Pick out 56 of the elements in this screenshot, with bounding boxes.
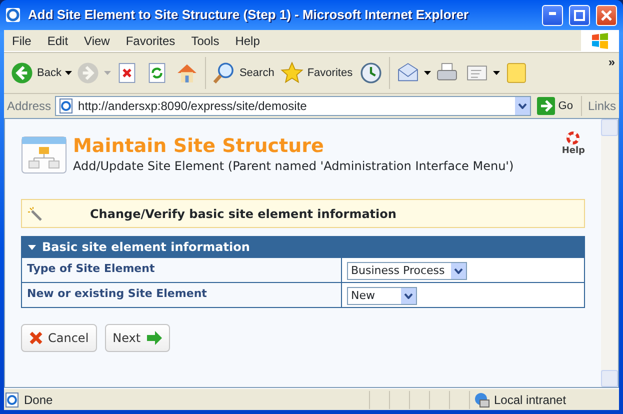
vertical-scrollbar[interactable] <box>601 119 618 387</box>
help-link[interactable]: Help <box>562 145 585 158</box>
field-label: Type of Site Element <box>22 258 342 282</box>
browser-icon <box>4 6 22 24</box>
page-icon <box>4 392 20 408</box>
search-button[interactable]: Search <box>210 59 276 87</box>
maximize-button[interactable] <box>569 4 590 26</box>
back-button[interactable]: Back <box>8 59 64 87</box>
banner-text: Change/Verify basic site element information <box>90 206 396 222</box>
dropdown-arrow-icon <box>492 71 500 75</box>
caret-icon <box>454 268 463 274</box>
dropdown-arrow-icon <box>104 71 112 75</box>
minimize-icon <box>549 12 556 14</box>
lifebuoy-icon[interactable] <box>566 131 580 145</box>
magic-wand-icon <box>28 206 42 220</box>
menu-item[interactable]: Help <box>227 32 268 50</box>
caret-icon <box>404 293 413 300</box>
menu-item[interactable]: Tools <box>183 32 228 50</box>
more-button[interactable]: » <box>608 53 615 71</box>
go-button[interactable]: Go <box>535 95 575 117</box>
section-header-bar[interactable]: Basic site element information <box>22 237 584 257</box>
go-arrow-icon <box>537 97 556 115</box>
close-icon <box>601 10 612 20</box>
menu-item[interactable]: File <box>4 32 40 50</box>
cancel-button[interactable]: Cancel <box>21 324 97 352</box>
address-field[interactable]: http://andersxp:8090/express/site/demosite <box>55 96 532 116</box>
right-arrow-icon <box>146 331 162 345</box>
window-title: Add Site Element to Site Structure (Step 1) - Microsoft Internet Explorer <box>28 6 470 24</box>
address-label: Address <box>7 98 52 115</box>
favorites-button[interactable]: Favorites <box>278 59 355 87</box>
menu-item[interactable]: View <box>76 32 118 50</box>
dropdown-arrow-icon <box>65 71 72 75</box>
close-icon <box>29 331 43 345</box>
minimize-button[interactable] <box>542 4 563 26</box>
field-label: New or existing Site Element <box>22 283 342 307</box>
links-button[interactable]: Links <box>588 97 616 115</box>
dropdown-arrow-icon <box>424 71 431 75</box>
status-text: Done <box>24 392 54 408</box>
dropdown[interactable]: Business Process <box>347 262 467 280</box>
caret-icon <box>518 103 528 109</box>
maximize-icon <box>574 10 585 20</box>
windows-logo-icon <box>591 32 609 48</box>
menu-item[interactable]: Favorites <box>118 32 184 50</box>
next-button[interactable]: Next <box>104 324 170 352</box>
star-icon <box>280 61 304 85</box>
search-icon <box>212 61 236 85</box>
section-title: Basic site element information <box>42 239 250 256</box>
page-title: Maintain Site Structure <box>73 135 325 157</box>
menu-item[interactable]: Edit <box>39 32 76 50</box>
history-icon <box>358 61 383 85</box>
page-subtitle: Add/Update Site Element (Parent named 'Administration Interface Menu') <box>73 158 515 175</box>
security-zone-text: Local intranet <box>494 392 566 408</box>
close-button[interactable] <box>596 4 617 26</box>
network-computer-icon <box>474 392 490 408</box>
page-icon <box>58 98 74 114</box>
dropdown[interactable]: New <box>347 287 417 306</box>
